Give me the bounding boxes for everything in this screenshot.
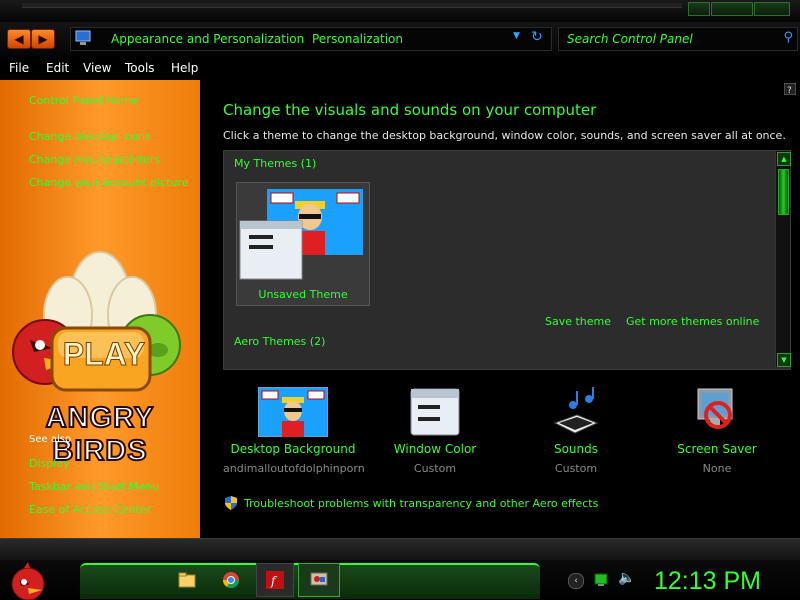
save-theme-link[interactable]: Save theme [545, 315, 611, 328]
window-color-label: Window Color [393, 442, 477, 456]
screen-saver-icon [697, 388, 733, 429]
menu-help[interactable]: Help [171, 61, 198, 75]
breadcrumb[interactable]: Appearance and Personalization Personali… [70, 27, 552, 51]
folder-icon[interactable] [178, 572, 196, 588]
sounds-value: Custom [554, 462, 598, 475]
back-arrow-icon: ◀ [14, 32, 24, 46]
menu-bar: File Edit View Tools Help [0, 58, 800, 80]
chevron-down-icon: ▼ [781, 356, 787, 364]
sidebar-change-mouse-pointers[interactable]: Change mouse pointers [29, 153, 160, 166]
taskbar: f ‹ 🔈 12:13 PM [0, 560, 800, 600]
address-bar: ◀ ▶ Appearance and Personalization Perso… [0, 22, 800, 56]
taskbar-control-panel-button[interactable] [298, 563, 340, 597]
theme-label: Unsaved Theme [258, 288, 348, 301]
sidebar-display[interactable]: Display [29, 457, 70, 470]
theme-tile-unsaved[interactable]: Unsaved Theme [236, 182, 370, 306]
chrome-icon[interactable] [222, 571, 240, 589]
personalization-icon [310, 572, 328, 586]
chevron-down-icon[interactable]: ▼ [513, 31, 520, 41]
close-button[interactable] [754, 2, 790, 16]
screen-saver-value: None [702, 462, 732, 475]
breadcrumb-appearance[interactable]: Appearance and Personalization [111, 32, 304, 46]
refresh-icon[interactable]: ↻ [531, 29, 543, 45]
window-color-value: Custom [413, 462, 457, 475]
forward-arrow-icon: ▶ [38, 32, 48, 46]
screen-saver-label: Screen Saver [677, 442, 757, 456]
menu-file[interactable]: File [9, 61, 29, 75]
sidebar-change-desktop-icons[interactable]: Change desktop icons [29, 130, 151, 143]
desktop-background-label: Desktop Background [230, 442, 356, 456]
sidebar-control-panel-home[interactable]: Control Panel Home [29, 94, 138, 107]
breadcrumb-personalization[interactable]: Personalization [312, 32, 403, 46]
page-subtitle: Click a theme to change the desktop back… [223, 129, 786, 142]
scroll-thumb[interactable] [778, 169, 789, 215]
back-button[interactable]: ◀ [7, 29, 31, 49]
sounds-label: Sounds [553, 442, 599, 456]
aero-themes-heading[interactable]: Aero Themes (2) [234, 335, 325, 348]
sidebar-taskbar-start-menu[interactable]: Taskbar and Start Menu [29, 480, 159, 493]
title-strip [22, 3, 682, 8]
sidebar-ease-of-access[interactable]: Ease of Access Center [29, 503, 151, 516]
window-title-bar [0, 0, 800, 22]
sidebar: Control Panel Home Change desktop icons … [0, 80, 200, 538]
my-themes-heading[interactable]: My Themes (1) [234, 157, 316, 170]
scroll-up-button[interactable]: ▲ [777, 152, 791, 166]
scroll-down-button[interactable]: ▼ [777, 353, 791, 367]
troubleshoot-link[interactable]: Troubleshoot problems with transparency … [244, 497, 598, 510]
desktop-background-value: andimalloutofdolphinporn [223, 462, 365, 475]
volume-icon[interactable]: 🔈 [618, 570, 635, 586]
themes-panel: My Themes (1) Unsaved Theme Save theme G… [223, 150, 791, 370]
see-also-label: See also [29, 434, 72, 445]
maximize-button[interactable] [711, 2, 753, 16]
forward-button[interactable]: ▶ [31, 29, 55, 49]
start-button-angry-bird-icon[interactable] [6, 560, 50, 600]
search-input[interactable] [565, 30, 769, 48]
help-icon[interactable]: ? [784, 83, 796, 95]
logo-play: PLAY [62, 336, 146, 373]
page-title: Change the visuals and sounds on your co… [223, 101, 597, 119]
minimize-button[interactable] [688, 2, 710, 16]
window-color-icon [410, 388, 460, 436]
chevron-up-icon: ▲ [781, 155, 787, 163]
desktop-background-icon [258, 387, 328, 437]
shield-icon [225, 496, 237, 510]
main-content: ? Change the visuals and sounds on your … [200, 80, 800, 538]
theme-preview-image [237, 183, 369, 283]
search-icon[interactable]: ⚲ [783, 30, 793, 45]
control-panel-icon [75, 30, 91, 45]
svg-text:?: ? [787, 86, 792, 95]
sounds-icon [553, 387, 599, 434]
flash-icon: f [266, 571, 284, 589]
status-bar [0, 538, 800, 561]
sidebar-change-account-picture[interactable]: Change your account picture [29, 176, 189, 189]
menu-tools[interactable]: Tools [125, 61, 155, 75]
search-box[interactable]: ⚲ [558, 27, 798, 51]
themes-scrollbar[interactable]: ▲ ▼ [775, 151, 791, 367]
show-hidden-icons-chevron-icon[interactable]: ‹ [568, 573, 584, 589]
network-icon[interactable] [594, 573, 608, 587]
menu-view[interactable]: View [83, 61, 111, 75]
taskbar-clock[interactable]: 12:13 PM [654, 567, 761, 596]
get-more-themes-link[interactable]: Get more themes online [626, 315, 759, 328]
taskbar-flash-button[interactable]: f [256, 563, 294, 597]
menu-edit[interactable]: Edit [46, 61, 69, 75]
